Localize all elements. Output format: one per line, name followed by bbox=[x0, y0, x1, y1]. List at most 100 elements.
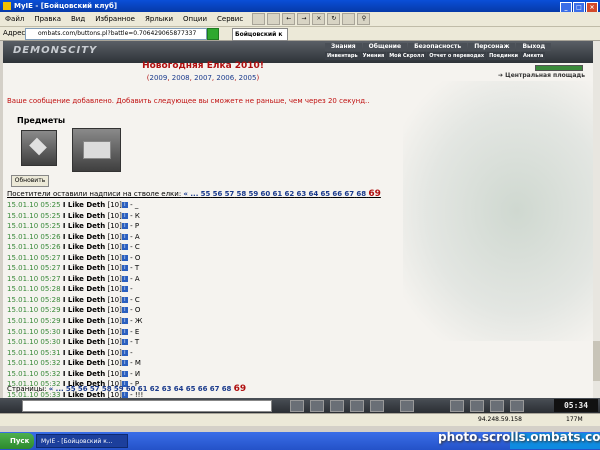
smile-icon[interactable] bbox=[400, 400, 414, 412]
menu-tools[interactable]: Сервис bbox=[212, 12, 248, 26]
nav-profile[interactable]: Анкета bbox=[521, 52, 546, 60]
nav-inventory[interactable]: Инвентарь bbox=[325, 52, 360, 60]
menu-file[interactable]: Файл bbox=[0, 12, 29, 26]
chat-tool-icon[interactable] bbox=[330, 400, 344, 412]
nav-exit[interactable]: Выход bbox=[516, 43, 552, 51]
scrollbar-thumb[interactable] bbox=[593, 341, 600, 381]
page-link[interactable]: 55 bbox=[201, 190, 211, 198]
chat-tool-icon[interactable] bbox=[310, 400, 324, 412]
nav-security[interactable]: Безопасность bbox=[408, 43, 468, 51]
page-link[interactable]: 63 bbox=[162, 385, 172, 393]
page-link[interactable]: 65 bbox=[320, 190, 330, 198]
info-icon[interactable]: i bbox=[121, 307, 128, 314]
info-icon[interactable]: i bbox=[121, 265, 128, 272]
save-icon[interactable] bbox=[267, 13, 281, 25]
page-link[interactable]: 66 bbox=[332, 190, 342, 198]
site-logo[interactable]: DEMONSCITY bbox=[13, 45, 97, 56]
page-link[interactable]: 59 bbox=[249, 190, 259, 198]
page-link[interactable]: 59 bbox=[114, 385, 124, 393]
info-icon[interactable]: i bbox=[121, 296, 128, 303]
page-link[interactable]: 63 bbox=[296, 190, 306, 198]
nav-chat[interactable]: Общение bbox=[362, 43, 408, 51]
row-nickname[interactable]: I Like Deth bbox=[63, 349, 105, 357]
row-nickname[interactable]: I Like Deth bbox=[63, 212, 105, 220]
start-button[interactable]: Пуск bbox=[0, 433, 34, 449]
address-input[interactable]: ombats.com/buttons.pl?battle=0.706429065… bbox=[25, 28, 207, 40]
page-link[interactable]: 67 bbox=[210, 385, 220, 393]
row-nickname[interactable]: I Like Deth bbox=[63, 254, 105, 262]
chat-tool-icon[interactable] bbox=[450, 400, 464, 412]
row-nickname[interactable]: I Like Deth bbox=[63, 328, 105, 336]
row-nickname[interactable]: I Like Deth bbox=[63, 264, 105, 272]
page-link[interactable]: 67 bbox=[344, 190, 354, 198]
page-link[interactable]: 56 bbox=[78, 385, 88, 393]
row-nickname[interactable]: I Like Deth bbox=[63, 285, 105, 293]
item-slot-chest[interactable] bbox=[72, 128, 121, 172]
nav-skills[interactable]: Умения bbox=[360, 52, 387, 60]
info-icon[interactable]: i bbox=[121, 360, 128, 367]
page-link[interactable]: 66 bbox=[198, 385, 208, 393]
menu-favorites[interactable]: Избранное bbox=[90, 12, 140, 26]
row-nickname[interactable]: I Like Deth bbox=[63, 317, 105, 325]
info-icon[interactable]: i bbox=[121, 318, 128, 325]
page-link[interactable]: 56 bbox=[213, 190, 223, 198]
item-slot-gem[interactable] bbox=[21, 130, 57, 166]
info-icon[interactable]: i bbox=[121, 254, 128, 261]
menu-shortcuts[interactable]: Ярлыки bbox=[140, 12, 178, 26]
row-nickname[interactable]: I Like Deth bbox=[63, 233, 105, 241]
page-link[interactable]: 57 bbox=[225, 190, 235, 198]
page-link[interactable]: 60 bbox=[261, 190, 271, 198]
row-nickname[interactable]: I Like Deth bbox=[63, 359, 105, 367]
row-nickname[interactable]: I Like Deth bbox=[63, 370, 105, 378]
taskbar-item-myie[interactable]: MyIE - [Бойцовский к... bbox=[36, 434, 128, 448]
info-icon[interactable]: i bbox=[121, 223, 128, 230]
info-icon[interactable]: i bbox=[121, 286, 128, 293]
page-link[interactable]: 64 bbox=[308, 190, 318, 198]
go-icon[interactable] bbox=[207, 28, 219, 40]
menu-edit[interactable]: Правка bbox=[29, 12, 66, 26]
page-prev[interactable]: « ... bbox=[49, 385, 64, 393]
nav-knowledge[interactable]: Знания bbox=[325, 43, 362, 51]
year-link[interactable]: 2006 bbox=[216, 74, 234, 82]
info-icon[interactable]: i bbox=[121, 212, 128, 219]
nav-character[interactable]: Персонаж bbox=[468, 43, 516, 51]
year-link[interactable]: 2007 bbox=[194, 74, 212, 82]
refresh-button[interactable]: Обновить bbox=[11, 175, 49, 187]
page-link[interactable]: 61 bbox=[138, 385, 148, 393]
page-link[interactable]: 60 bbox=[126, 385, 136, 393]
chat-tool-icon[interactable] bbox=[290, 400, 304, 412]
info-icon[interactable]: i bbox=[121, 244, 128, 251]
chat-tool-icon[interactable] bbox=[470, 400, 484, 412]
chat-input[interactable] bbox=[22, 400, 272, 412]
page-link[interactable]: 64 bbox=[174, 385, 184, 393]
browser-tab[interactable]: Бойцовский к bbox=[232, 28, 288, 41]
menu-view[interactable]: Вид bbox=[66, 12, 90, 26]
location-link[interactable]: ➔ Центральная площадь bbox=[498, 72, 585, 79]
row-nickname[interactable]: I Like Deth bbox=[63, 275, 105, 283]
info-icon[interactable]: i bbox=[121, 202, 128, 208]
year-link[interactable]: 2008 bbox=[172, 74, 190, 82]
info-icon[interactable]: i bbox=[121, 370, 128, 377]
page-link[interactable]: 65 bbox=[186, 385, 196, 393]
page-scrollbar[interactable] bbox=[593, 41, 600, 398]
year-link[interactable]: 2005 bbox=[239, 74, 257, 82]
chat-tool-icon[interactable] bbox=[510, 400, 524, 412]
folder-icon[interactable] bbox=[342, 13, 356, 25]
info-icon[interactable]: i bbox=[121, 339, 128, 346]
menu-options[interactable]: Опции bbox=[178, 12, 212, 26]
info-icon[interactable]: i bbox=[121, 275, 128, 282]
row-nickname[interactable]: I Like Deth bbox=[63, 243, 105, 251]
info-icon[interactable]: i bbox=[121, 233, 128, 240]
row-nickname[interactable]: I Like Deth bbox=[63, 338, 105, 346]
row-nickname[interactable]: I Like Deth bbox=[63, 222, 105, 230]
year-link[interactable]: 2009 bbox=[150, 74, 168, 82]
page-prev[interactable]: « ... bbox=[183, 190, 198, 198]
row-nickname[interactable]: I Like Deth bbox=[63, 306, 105, 314]
page-link[interactable]: 61 bbox=[273, 190, 283, 198]
info-icon[interactable]: i bbox=[121, 349, 128, 356]
refresh-icon[interactable]: ↻ bbox=[327, 13, 341, 25]
stop-icon[interactable]: × bbox=[312, 13, 326, 25]
chat-tool-icon[interactable] bbox=[370, 400, 384, 412]
row-nickname[interactable]: I Like Deth bbox=[63, 201, 105, 209]
page-link[interactable]: 58 bbox=[102, 385, 112, 393]
